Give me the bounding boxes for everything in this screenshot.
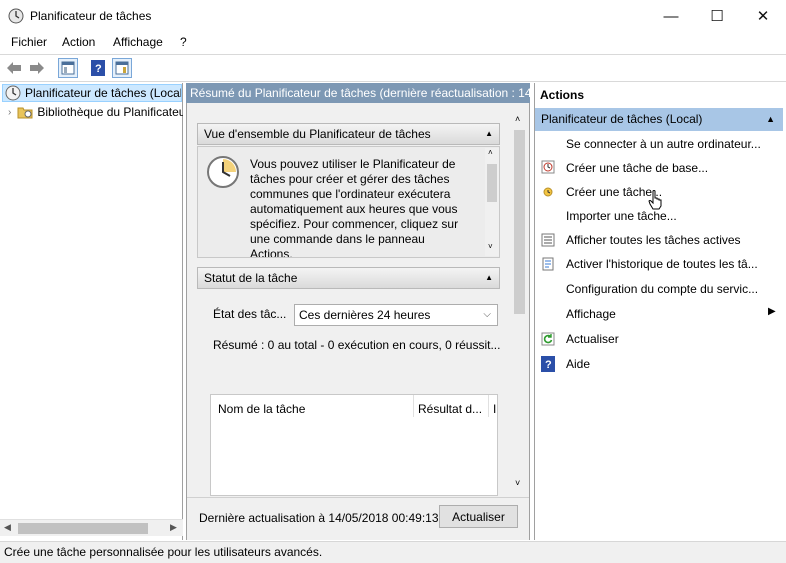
action-service-account[interactable]: Configuration du compte du servic... [566,282,758,296]
svg-text:?: ? [545,359,552,371]
scroll-down-icon[interactable]: ˅ [515,478,520,488]
collapse-icon[interactable]: ▲ [485,124,493,144]
collapse-icon[interactable]: ▲ [766,108,775,131]
scroll-left-icon[interactable]: ◀ [4,522,11,533]
menu-action[interactable]: Action [62,35,95,49]
task-status-table: Nom de la tâche Résultat d... I [210,394,498,496]
clock-icon [206,155,240,192]
filter-value: Ces dernières 24 heures [299,308,431,322]
console-tree-icon[interactable] [58,58,78,78]
menu-help[interactable]: ? [180,35,187,49]
action-show-running-tasks[interactable]: Afficher toutes les tâches actives [566,233,741,247]
chevron-right-icon[interactable]: › [8,107,11,118]
status-bar: Crée une tâche personnalisée pour les ut… [0,541,786,563]
overview-section-header[interactable]: Vue d'ensemble du Planificateur de tâche… [197,123,500,145]
menu-bar: Fichier Action Affichage ? [0,32,786,54]
status-summary: Résumé : 0 au total - 0 exécution en cou… [213,338,501,352]
app-clock-icon [8,8,24,24]
scroll-thumb[interactable] [514,130,525,314]
tree-item-local-label: Planificateur de tâches (Local) [25,86,182,100]
title-bar: Planificateur de tâches — ☐ ✕ [0,0,786,32]
menu-fichier[interactable]: Fichier [11,35,47,49]
filter-label: État des tâc... [213,307,287,321]
window-title: Planificateur de tâches [30,9,152,23]
new-task-icon [541,184,555,198]
actions-section-header[interactable]: Planificateur de tâches (Local) ▲ [535,108,783,131]
action-connect[interactable]: Se connecter à un autre ordinateur... [566,137,761,151]
scroll-down-icon[interactable]: ˅ [488,242,493,251]
summary-scrollbar[interactable]: ˄ ˅ [512,112,527,494]
refresh-button[interactable]: Actualiser [439,505,518,528]
scroll-up-icon[interactable]: ˄ [515,114,520,124]
action-pane-icon[interactable] [112,58,132,78]
action-create-basic-task[interactable]: Créer une tâche de base... [566,161,708,175]
forward-arrow-icon[interactable] [27,58,47,78]
action-enable-history[interactable]: Activer l'historique de toutes les tâ... [566,257,758,271]
tree-item-library[interactable]: › Bibliothèque du Planificateur de tâche… [8,103,183,121]
actions-section-label: Planificateur de tâches (Local) [541,112,703,126]
action-view[interactable]: Affichage [566,307,616,321]
toolbar: ? [0,54,786,82]
status-bar-text: Crée une tâche personnalisée pour les ut… [4,545,323,559]
status-title: Statut de la tâche [204,271,298,285]
overview-text: Vous pouvez utiliser le Planificateur de… [250,157,459,257]
clock-icon [5,85,21,101]
filter-dropdown[interactable]: Ces dernières 24 heures ⌵ [294,304,498,326]
minimize-button[interactable]: — [648,0,694,32]
console-tree: Planificateur de tâches (Local) › Biblio… [0,83,183,540]
chevron-down-icon[interactable]: ⌵ [483,305,491,325]
hand-cursor-icon [648,190,662,213]
last-refresh-text: Dernière actualisation à 14/05/2018 00:4… [199,511,439,525]
overview-section-body: Vous pouvez utiliser le Planificateur de… [197,146,500,258]
overview-title: Vue d'ensemble du Planificateur de tâche… [204,127,431,141]
action-refresh[interactable]: Actualiser [566,332,619,346]
action-help[interactable]: Aide [566,357,590,371]
column-header-name[interactable]: Nom de la tâche [218,402,305,416]
scroll-thumb[interactable] [18,523,148,534]
column-header-extra[interactable]: I [493,402,496,416]
scroll-thumb[interactable] [487,164,497,202]
help-icon[interactable]: ? [88,58,108,78]
refresh-icon [541,332,555,346]
tree-item-library-label: Bibliothèque du Planificateur de tâches [37,105,183,119]
back-arrow-icon[interactable] [4,58,24,78]
status-section-header[interactable]: Statut de la tâche ▲ [197,267,500,289]
clock-icon [541,160,555,174]
column-header-result[interactable]: Résultat d... [418,402,482,416]
history-icon [541,257,555,271]
close-button[interactable]: ✕ [740,0,786,32]
scroll-up-icon[interactable]: ˄ [488,148,493,157]
maximize-button[interactable]: ☐ [694,0,740,32]
chevron-right-icon[interactable]: ▶ [768,306,776,317]
collapse-icon[interactable]: ▲ [485,268,493,288]
folder-icon [17,105,33,119]
help-icon: ? [541,356,555,372]
column-divider [413,395,414,417]
summary-header: Résumé du Planificateur de tâches (derni… [186,83,530,103]
list-icon [541,233,555,247]
column-divider [488,395,489,417]
status-section-body: État des tâc... Ces dernières 24 heures … [197,290,500,496]
actions-title: Actions [540,88,585,102]
scroll-right-icon[interactable]: ▶ [170,522,177,533]
svg-text:?: ? [95,63,102,75]
overview-scrollbar[interactable]: ˄ ˅ [485,148,499,256]
tree-item-local[interactable]: Planificateur de tâches (Local) [2,84,182,102]
menu-affichage[interactable]: Affichage [113,35,163,49]
tree-horizontal-scrollbar[interactable]: ◀ ▶ [0,519,183,536]
